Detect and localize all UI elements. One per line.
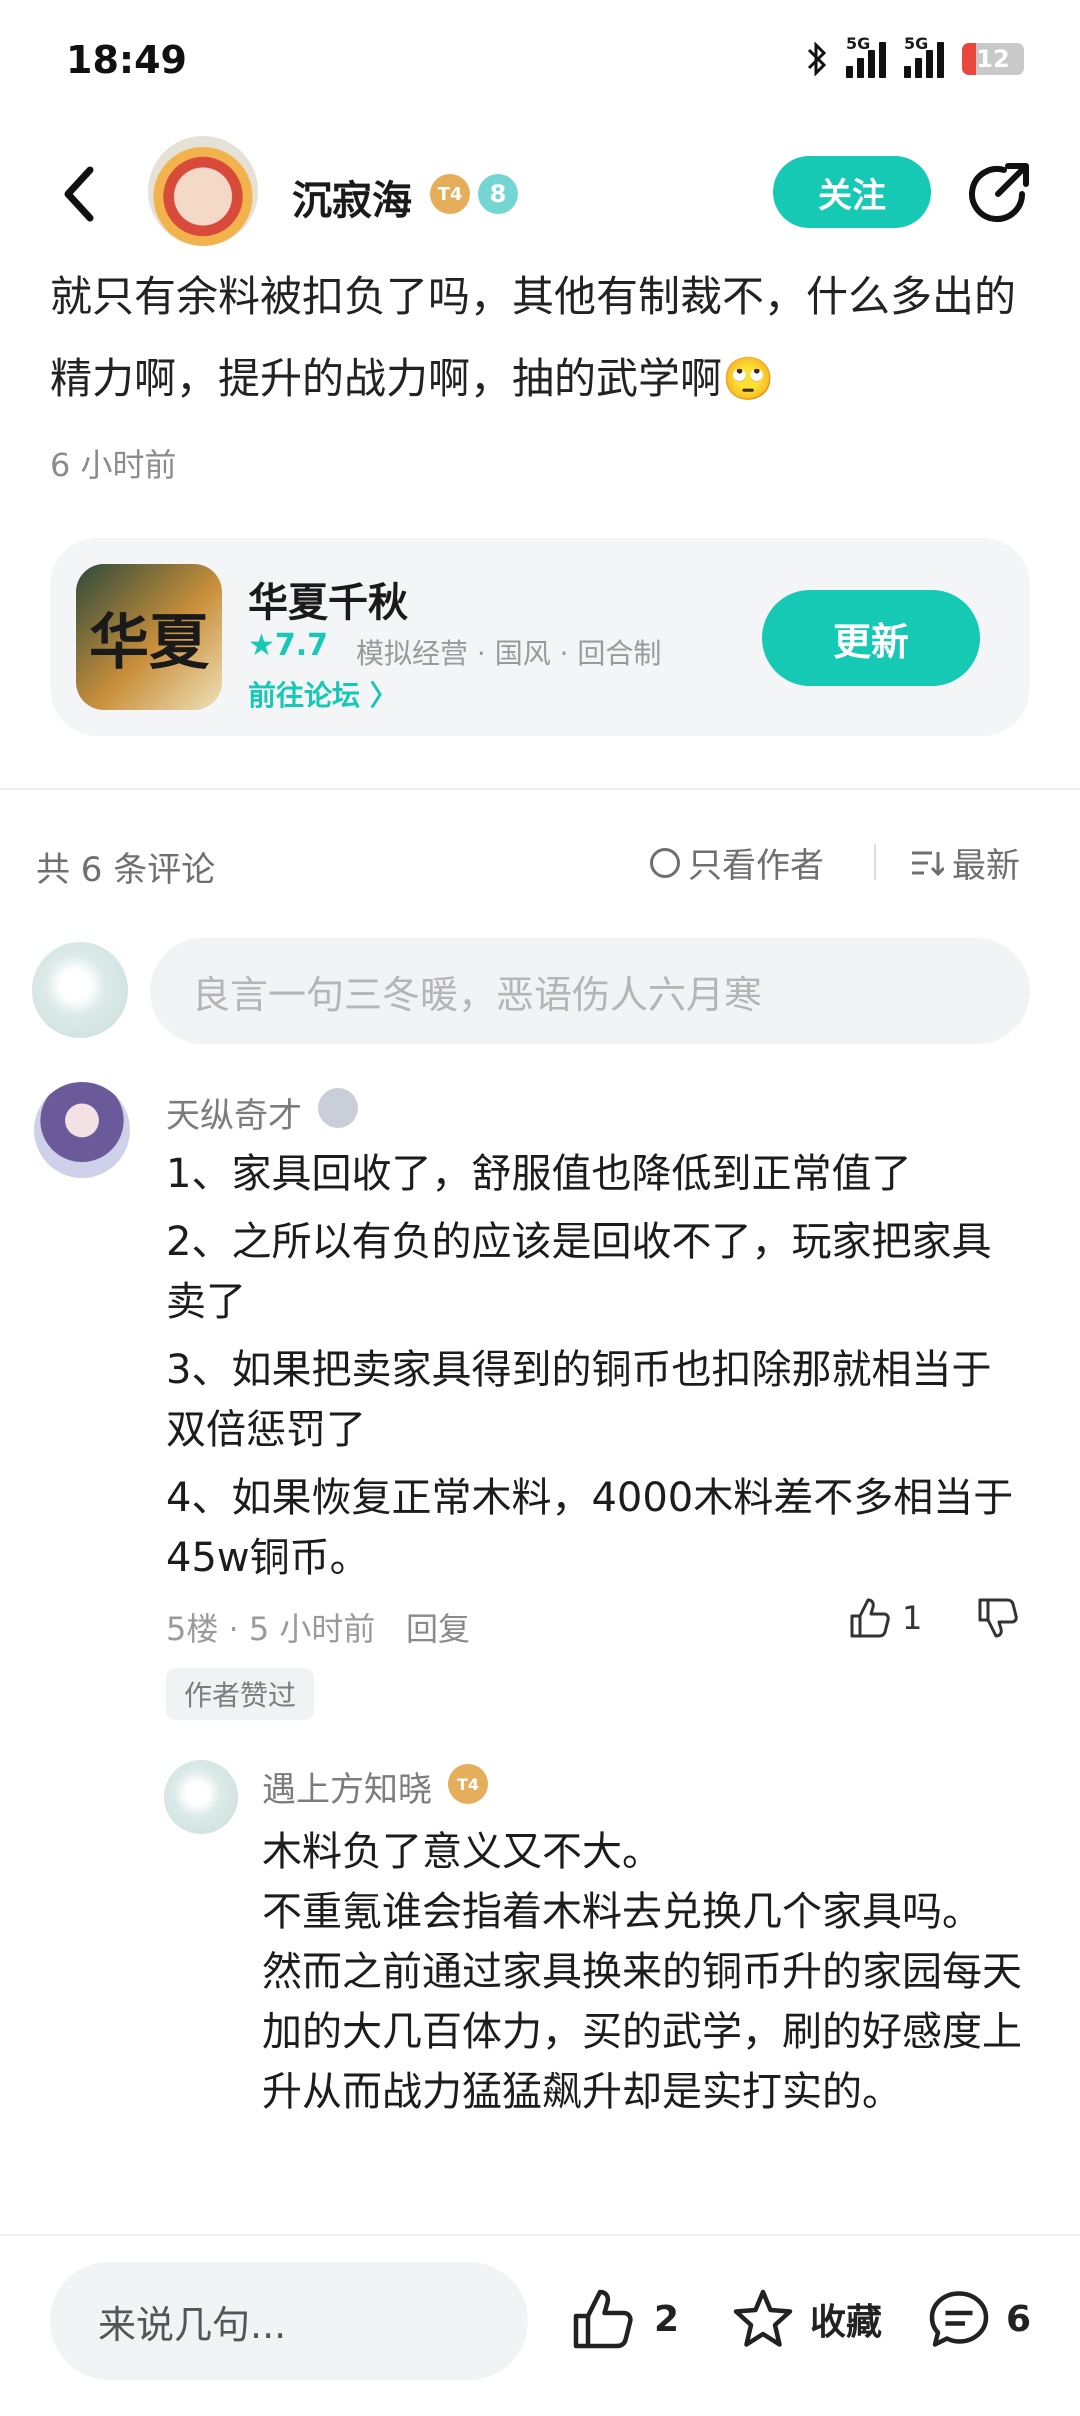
bluetooth-icon <box>807 41 827 77</box>
reply-line: 木料负了意义又不大。 <box>262 1829 662 1875</box>
star-icon <box>733 2289 793 2347</box>
level-badge <box>318 1088 358 1128</box>
share-icon[interactable] <box>964 160 1034 230</box>
comment-line: 3、如果把卖家具得到的铜币也扣除那就相当于双倍惩罚了 <box>166 1347 992 1453</box>
comment-line: 4、如果恢复正常木料，4000木料差不多相当于45w铜币。 <box>166 1475 1014 1581</box>
reply-line: 然而之前通过家具换来的铜币升的家园每天加的大几百体力，买的武学，刷的好感度上升从… <box>262 1949 1022 2115</box>
thumbs-up-icon <box>850 1598 890 1638</box>
comment-count: 共 6 条评论 <box>36 850 216 890</box>
back-arrow-icon[interactable] <box>54 160 102 228</box>
comments-button[interactable]: 6 <box>926 2286 1031 2352</box>
rank-badge: 8 <box>478 174 518 214</box>
reply-line: 不重氪谁会指着木料去兑换几个家具吗。 <box>262 1889 982 1935</box>
comment-bubble-icon <box>929 2291 989 2347</box>
favorite-button[interactable]: 收藏 <box>730 2286 882 2352</box>
separator <box>874 844 876 880</box>
thumbs-down-icon[interactable] <box>976 1596 1020 1640</box>
reply-button[interactable]: 回复 <box>406 1604 470 1650</box>
sort-icon <box>912 851 944 876</box>
comment-line: 1、家具回收了，舒服值也降低到正常值了 <box>166 1151 912 1197</box>
status-time: 18:49 <box>66 38 187 82</box>
commenter-name[interactable]: 天纵奇才 <box>166 1088 302 1137</box>
comment-body: 1、家具回收了，舒服值也降低到正常值了 2、之所以有负的应该是回收不了，玩家把家… <box>166 1144 1026 1596</box>
post-time: 6 小时前 <box>50 446 177 484</box>
comment-meta: 5楼 · 5 小时前 <box>166 1610 376 1648</box>
commenter-avatar[interactable] <box>34 1082 130 1178</box>
app-name[interactable]: 华夏千秋 <box>248 570 408 628</box>
reply-body: 木料负了意义又不大。 不重氪谁会指着木料去兑换几个家具吗。 然而之前通过家具换来… <box>262 1822 1042 2122</box>
post-content: 就只有余料被扣负了吗，其他有制裁不，什么多出的精力啊，提升的战力啊，抽的武学啊🙄 <box>50 272 1017 403</box>
sort-label: 最新 <box>952 846 1020 886</box>
reply-author-name[interactable]: 遇上方知晓 <box>262 1762 432 1811</box>
comment-like-count: 1 <box>902 1599 923 1637</box>
author-liked-badge: 作者赞过 <box>166 1668 315 1720</box>
post-like-count: 2 <box>654 2298 680 2340</box>
my-avatar <box>32 942 128 1038</box>
app-rating: ★7.7 <box>248 628 329 663</box>
status-icons: 5G 5G 12 <box>806 34 1024 78</box>
divider <box>0 788 1080 790</box>
only-author-toggle[interactable]: 只看作者 <box>650 838 824 887</box>
follow-button[interactable]: 关注 <box>773 156 931 228</box>
author-avatar[interactable] <box>148 136 258 246</box>
level-badge: T4 <box>448 1764 488 1804</box>
favorite-label: 收藏 <box>810 2302 883 2343</box>
comment-count-bottom: 6 <box>1006 2298 1032 2340</box>
battery-icon: 12 <box>962 43 1024 75</box>
app-tags: 模拟经营 · 国风 · 回合制 <box>356 637 662 670</box>
comment-line: 2、之所以有负的应该是回收不了，玩家把家具卖了 <box>166 1219 992 1325</box>
comment-like-button[interactable]: 1 <box>848 1596 922 1640</box>
sort-toggle[interactable]: 最新 <box>910 838 1020 887</box>
thumbs-up-icon <box>573 2289 633 2349</box>
only-author-label: 只看作者 <box>688 846 824 886</box>
forum-link[interactable]: 前往论坛 〉 <box>248 674 398 714</box>
radio-circle-icon <box>650 847 680 878</box>
author-name[interactable]: 沉寂海 <box>292 168 412 226</box>
comment-input[interactable]: 良言一句三冬暖，恶语伤人六月寒 <box>150 938 1030 1044</box>
post-like-button[interactable]: 2 <box>570 2286 679 2352</box>
reply-avatar[interactable] <box>164 1760 238 1834</box>
level-badge: T4 <box>430 174 470 214</box>
signal-icon-2: 5G <box>904 34 944 78</box>
signal-icon: 5G <box>846 34 886 78</box>
update-button[interactable]: 更新 <box>762 590 980 686</box>
bottom-comment-input[interactable]: 来说几句... <box>50 2262 528 2380</box>
app-icon[interactable]: 华夏 <box>76 564 222 710</box>
